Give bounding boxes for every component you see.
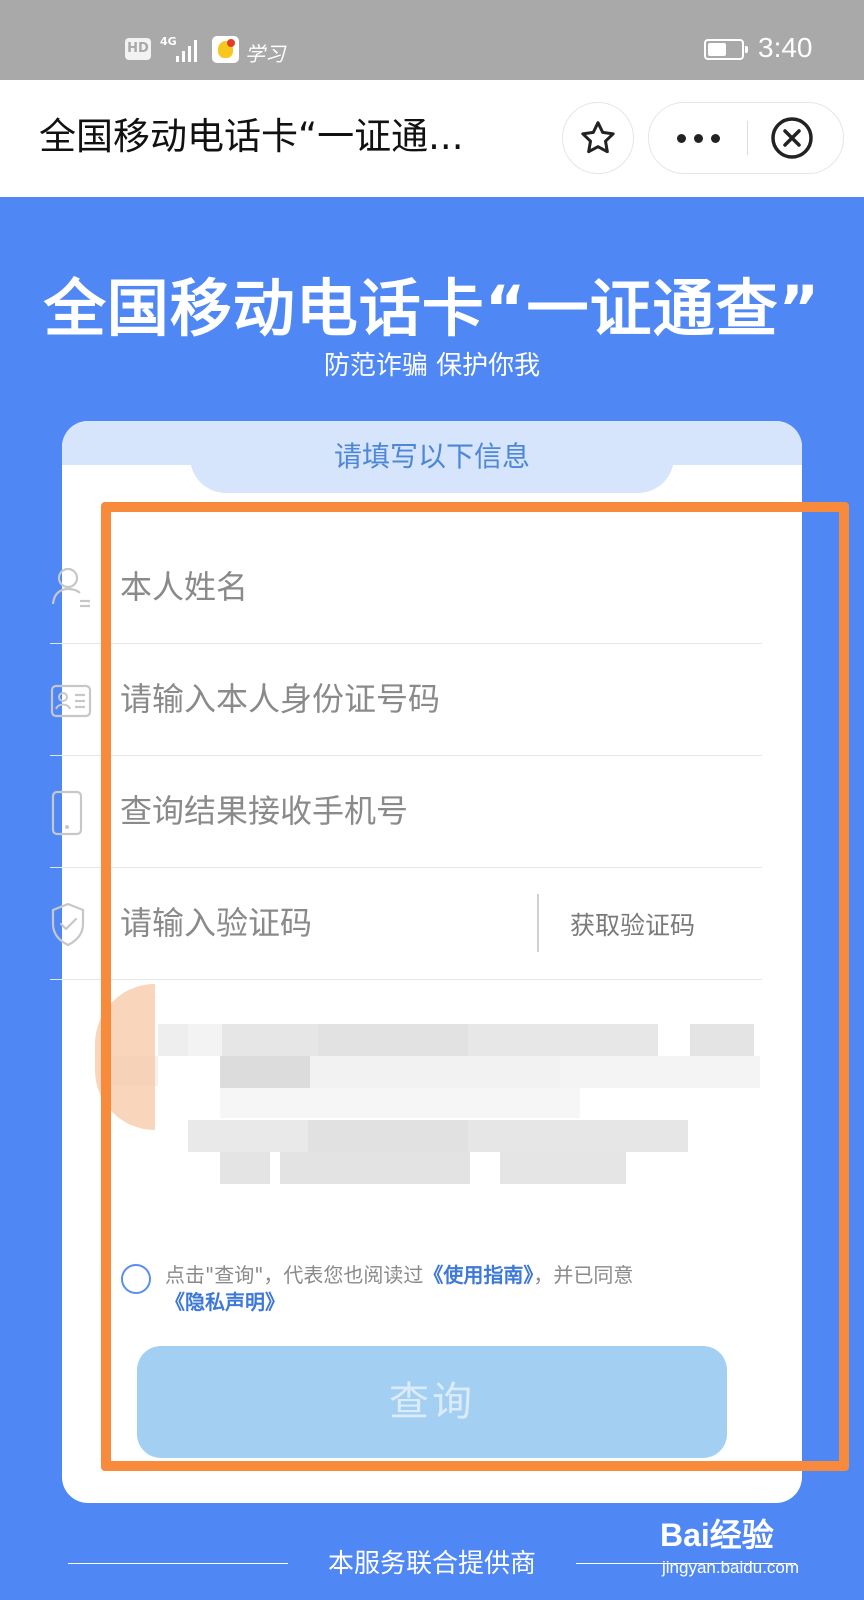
more-icon xyxy=(676,133,686,143)
orange-highlight-box xyxy=(101,502,849,1471)
capsule-menu xyxy=(648,102,844,174)
close-circle-icon[interactable] xyxy=(769,115,815,161)
shield-icon xyxy=(51,902,85,947)
phone-icon xyxy=(51,790,83,836)
hero-subtitle: 防范诈骗 保护你我 xyxy=(323,351,541,381)
capsule-divider xyxy=(747,121,748,155)
id-card-icon xyxy=(50,684,92,718)
mini-program-title-bar: 全国移动电话卡“一证通... xyxy=(0,80,864,197)
hd-badge: HD xyxy=(125,38,151,60)
baidu-watermark: Bai经验 jingyan.baidu.com xyxy=(660,1510,850,1590)
battery-icon xyxy=(704,39,748,60)
page-title: 全国移动电话卡“一证通... xyxy=(39,115,464,158)
star-icon xyxy=(581,121,615,154)
form-header-label: 请填写以下信息 xyxy=(333,440,530,473)
network-label: 4G xyxy=(160,35,177,48)
clock: 3:40 xyxy=(758,32,813,63)
notification-label: 学习 xyxy=(245,42,285,66)
card-header-tab: 请填写以下信息 xyxy=(190,421,674,493)
user-icon xyxy=(51,567,90,608)
favorite-button[interactable] xyxy=(562,102,634,174)
signal-icon xyxy=(176,38,202,62)
app-notification-icon xyxy=(212,36,239,63)
hero-title: 全国移动电话卡“一证通查” xyxy=(43,272,821,345)
status-bar: HD 4G 学习 3:40 xyxy=(0,0,864,80)
more-button[interactable] xyxy=(649,103,747,173)
watermark-url: jingyan.baidu.com xyxy=(662,1558,800,1577)
watermark-logo: Bai经验 xyxy=(660,1517,774,1553)
